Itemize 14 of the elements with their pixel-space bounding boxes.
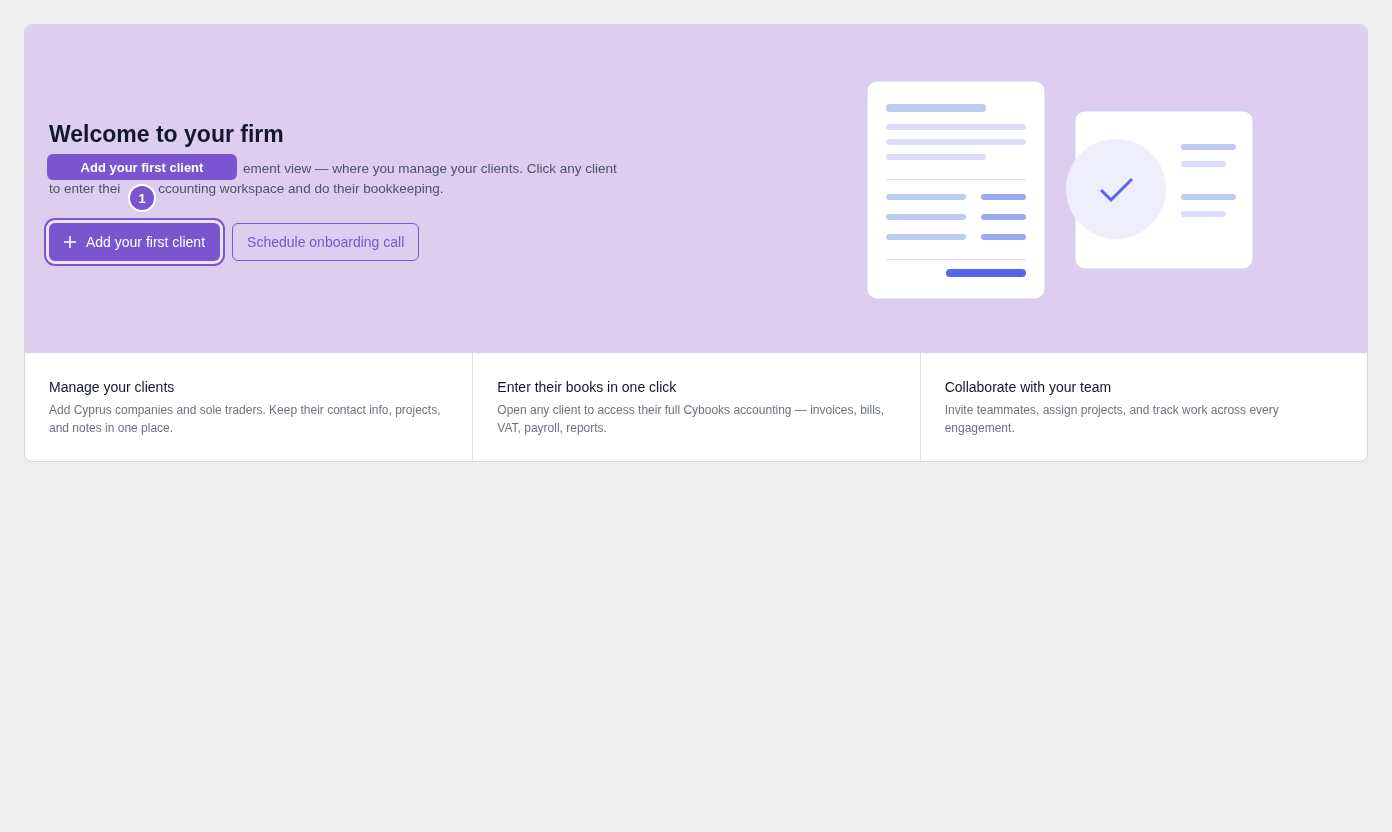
feature-title: Manage your clients: [49, 379, 176, 395]
schedule-call-button[interactable]: Schedule onboarding call: [232, 223, 420, 261]
description-text: ement view — where you manage your clients. Click any client: [243, 160, 617, 178]
feature-title: Collaborate with your team: [944, 379, 1113, 395]
feature-description: Add Cyprus companies and sole traders. Keep their contact info, projects, and notes in one place.: [49, 402, 442, 437]
step-badge: 1: [128, 184, 156, 212]
feature-description: Invite teammates, assign projects, and track work across every engagement.: [944, 402, 1280, 437]
feature-description: Open any client to access their full Cybooks accounting — invoices, bills, VAT, payroll, reports.: [497, 402, 886, 437]
feature-title: Enter their books in one click: [497, 379, 678, 395]
plus-icon: [64, 236, 76, 248]
description-text: to enter thei: [49, 180, 121, 198]
tooltip: Add your first client: [47, 154, 237, 180]
welcome-title: Welcome to your firm: [49, 120, 285, 148]
description-text: ccounting workspace and do their bookkeeping.: [158, 180, 444, 198]
